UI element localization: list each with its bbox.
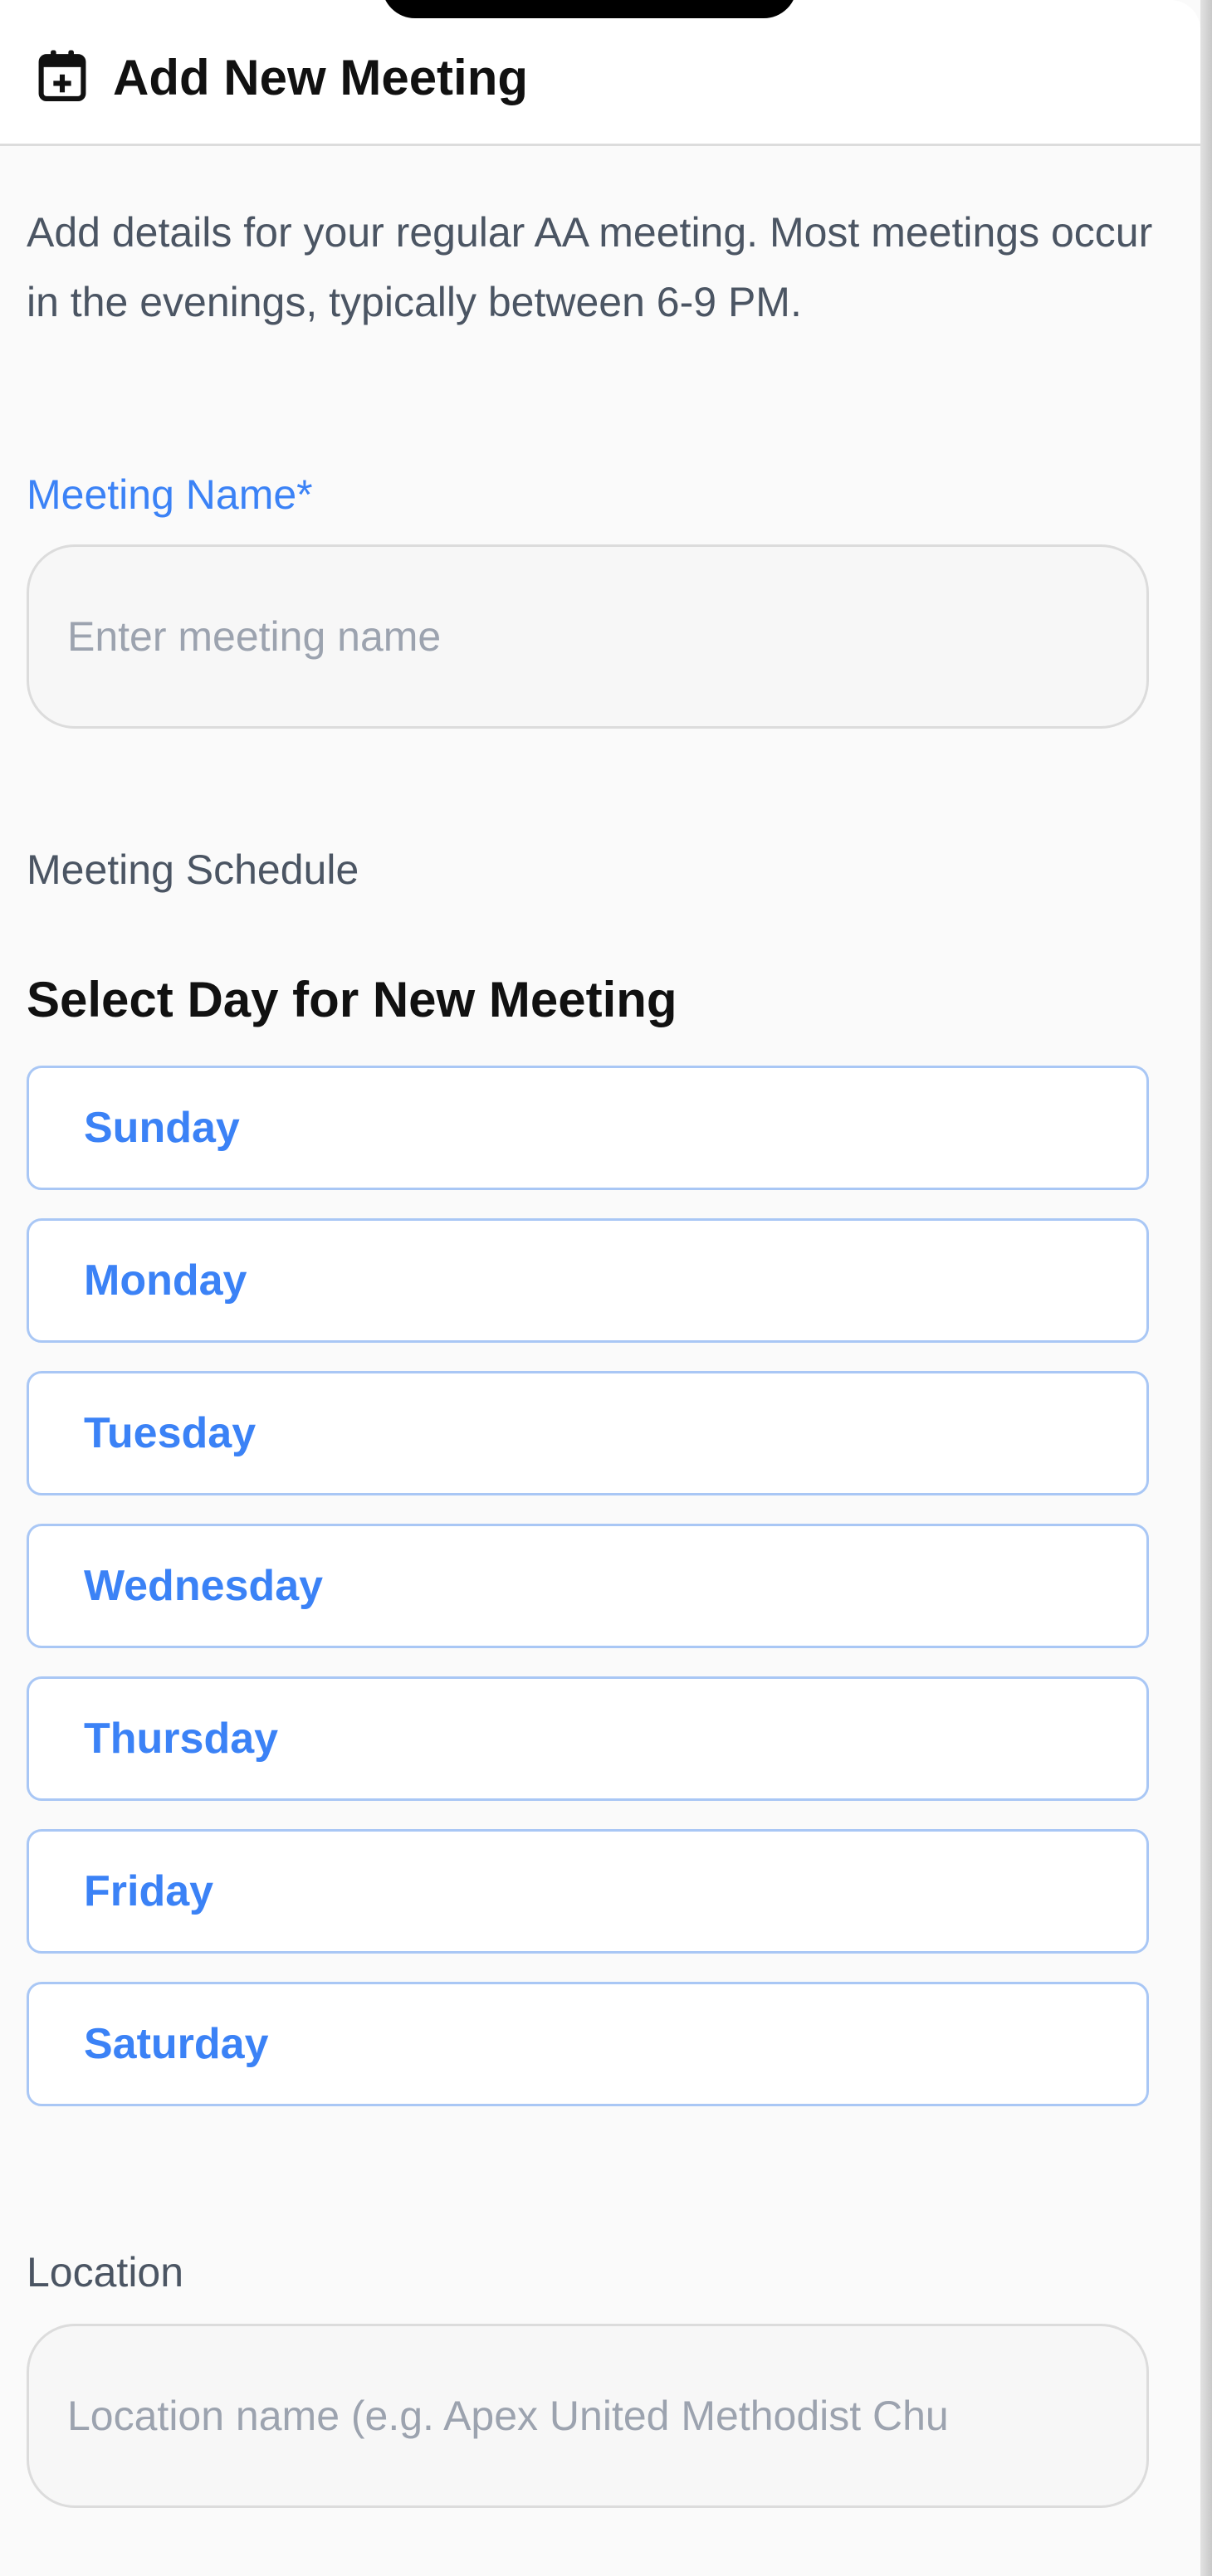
select-day-heading: Select Day for New Meeting: [27, 972, 677, 1027]
day-button-saturday[interactable]: Saturday: [27, 1982, 1149, 2106]
intro-text: Add details for your regular AA meeting.…: [27, 209, 1153, 325]
sheet-header: Add New Meeting: [0, 0, 1200, 146]
meeting-schedule-label: Meeting Schedule: [27, 846, 359, 893]
day-list: Sunday Monday Tuesday Wednesday Thursday…: [27, 1066, 1149, 2134]
day-button-monday[interactable]: Monday: [27, 1218, 1149, 1343]
device-notch: [382, 0, 797, 18]
location-label: Location: [27, 2249, 184, 2295]
add-meeting-sheet: Add New Meeting Add details for your reg…: [0, 0, 1212, 2576]
sheet-edge: [1200, 0, 1212, 2576]
day-button-thursday[interactable]: Thursday: [27, 1676, 1149, 1801]
day-button-friday[interactable]: Friday: [27, 1829, 1149, 1954]
calendar-plus-icon: [38, 50, 86, 101]
day-button-tuesday[interactable]: Tuesday: [27, 1371, 1149, 1495]
meeting-name-input[interactable]: [27, 544, 1149, 729]
day-button-wednesday[interactable]: Wednesday: [27, 1524, 1149, 1648]
location-input[interactable]: [27, 2324, 1149, 2508]
meeting-name-label: Meeting Name*: [27, 471, 313, 518]
page-title: Add New Meeting: [113, 50, 529, 105]
day-button-sunday[interactable]: Sunday: [27, 1066, 1149, 1190]
